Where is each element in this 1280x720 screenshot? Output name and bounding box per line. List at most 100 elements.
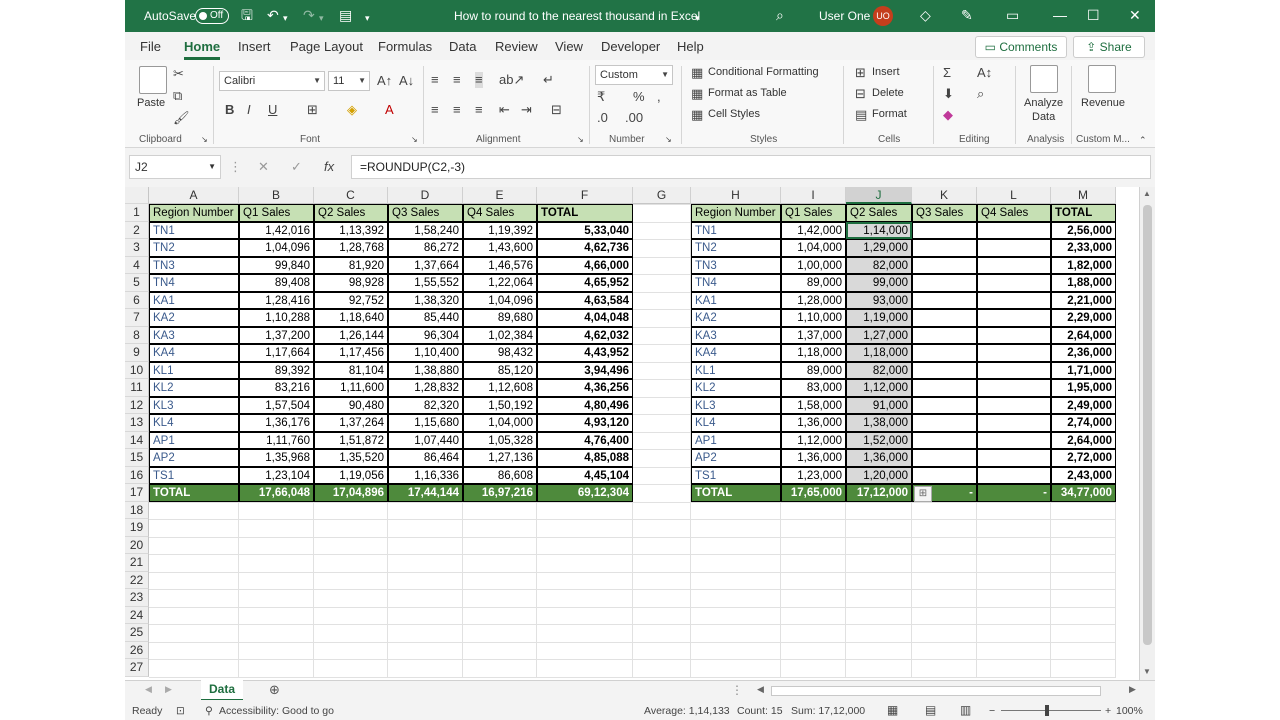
enter-icon[interactable]: ✓ [291, 159, 302, 175]
row-header-7[interactable]: 7 [125, 309, 149, 327]
table-header-cell[interactable]: TOTAL [1051, 204, 1116, 222]
alignment-launcher-icon[interactable]: ↘ [577, 132, 584, 148]
table-cell[interactable]: 2,29,000 [1051, 309, 1116, 327]
table-cell[interactable]: 2,56,000 [1051, 221, 1116, 239]
table-cell[interactable]: TN2 [149, 239, 239, 257]
row-header-22[interactable]: 22 [125, 571, 149, 589]
row-header-27[interactable]: 27 [125, 659, 149, 677]
row-header-17[interactable]: 17 [125, 484, 149, 502]
table-cell[interactable]: 1,19,056 [314, 466, 388, 484]
next-sheet-icon[interactable]: ▶ [165, 684, 172, 695]
number-format-select[interactable]: Custom ▼ [595, 65, 673, 85]
table-cell[interactable]: 3,94,496 [537, 361, 633, 379]
table-cell[interactable]: TN3 [149, 256, 239, 274]
table-header-cell[interactable]: Region Number [149, 204, 239, 222]
table-cell[interactable] [977, 326, 1051, 344]
table-cell[interactable]: 1,23,000 [781, 466, 846, 484]
table-cell[interactable]: 4,65,952 [537, 274, 633, 292]
table-header-cell[interactable]: Q4 Sales [463, 204, 537, 222]
table-cell[interactable] [912, 309, 977, 327]
diamond-icon[interactable]: ◇ [920, 7, 931, 23]
customize-toolbar-icon[interactable]: ▾ [365, 10, 370, 26]
row-header-5[interactable]: 5 [125, 274, 149, 292]
table-cell[interactable] [977, 239, 1051, 257]
table-cell[interactable]: 1,27,000 [846, 326, 912, 344]
form-icon[interactable]: ▤ [339, 7, 352, 23]
fill-icon[interactable]: ⬇ [943, 86, 954, 102]
total-cell[interactable]: TOTAL [149, 484, 239, 502]
table-cell[interactable]: 1,11,760 [239, 431, 314, 449]
row-header-26[interactable]: 26 [125, 641, 149, 659]
table-cell[interactable]: 1,18,640 [314, 309, 388, 327]
table-cell[interactable]: 1,37,000 [781, 326, 846, 344]
conditional-formatting-button[interactable]: Conditional Formatting [708, 66, 819, 78]
table-cell[interactable]: KL2 [149, 379, 239, 397]
zoom-level[interactable]: 100% [1116, 705, 1143, 717]
column-header-j[interactable]: J [846, 187, 912, 204]
row-header-23[interactable]: 23 [125, 589, 149, 607]
table-cell[interactable]: 89,680 [463, 309, 537, 327]
table-cell[interactable]: 1,05,328 [463, 431, 537, 449]
table-cell[interactable] [912, 379, 977, 397]
table-header-cell[interactable]: Q1 Sales [239, 204, 314, 222]
table-cell[interactable]: KA2 [149, 309, 239, 327]
row-header-13[interactable]: 13 [125, 414, 149, 432]
table-cell[interactable] [977, 449, 1051, 467]
table-cell[interactable]: 2,33,000 [1051, 239, 1116, 257]
table-cell[interactable]: 4,04,048 [537, 309, 633, 327]
table-cell[interactable] [977, 379, 1051, 397]
total-cell[interactable]: TOTAL [691, 484, 781, 502]
tab-home[interactable]: Home [184, 39, 220, 54]
normal-view-icon[interactable]: ▦ [887, 703, 898, 717]
paste-icon[interactable] [139, 66, 167, 94]
table-cell[interactable]: 1,04,096 [239, 239, 314, 257]
bold-icon[interactable]: B [225, 102, 234, 118]
table-cell[interactable]: 99,000 [846, 274, 912, 292]
table-cell[interactable]: AP2 [149, 449, 239, 467]
zoom-in-icon[interactable]: + [1105, 705, 1111, 717]
cancel-icon[interactable]: ✕ [258, 159, 269, 175]
column-header-c[interactable]: C [314, 187, 388, 204]
table-cell[interactable] [912, 361, 977, 379]
row-header-21[interactable]: 21 [125, 554, 149, 572]
tab-data[interactable]: Data [449, 39, 476, 54]
row-header-24[interactable]: 24 [125, 606, 149, 624]
table-header-cell[interactable]: Q2 Sales [846, 204, 912, 222]
table-cell[interactable]: 1,52,000 [846, 431, 912, 449]
table-cell[interactable]: 83,000 [781, 379, 846, 397]
table-cell[interactable]: 2,64,000 [1051, 326, 1116, 344]
table-cell[interactable]: AP1 [149, 431, 239, 449]
clear-icon[interactable]: ◆ [943, 107, 953, 123]
save-icon[interactable]: 🖫 [241, 7, 253, 23]
table-cell[interactable]: KA3 [149, 326, 239, 344]
table-cell[interactable]: 1,46,576 [463, 256, 537, 274]
table-cell[interactable]: 1,23,104 [239, 466, 314, 484]
ribbon-display-icon[interactable]: ▭ [1006, 7, 1019, 23]
table-cell[interactable]: 1,28,000 [781, 291, 846, 309]
row-header-11[interactable]: 11 [125, 379, 149, 397]
table-cell[interactable] [912, 239, 977, 257]
table-header-cell[interactable]: Q3 Sales [912, 204, 977, 222]
worksheet-grid[interactable]: A B C D E F G H I J K L M 1 2 3 4 5 6 7 8 9 10 11 12 13 14 15 16 17 18… [125, 187, 1139, 680]
table-cell[interactable]: 2,72,000 [1051, 449, 1116, 467]
total-cell[interactable]: 69,12,304 [537, 484, 633, 502]
column-header-k[interactable]: K [912, 187, 977, 204]
row-header-6[interactable]: 6 [125, 291, 149, 309]
table-cell[interactable] [912, 466, 977, 484]
table-cell[interactable]: 1,04,000 [781, 239, 846, 257]
scroll-up-icon[interactable]: ▲ [1143, 189, 1151, 198]
table-cell[interactable]: 4,76,400 [537, 431, 633, 449]
table-cell[interactable]: 2,43,000 [1051, 466, 1116, 484]
table-cell[interactable]: 1,38,880 [388, 361, 463, 379]
column-header-e[interactable]: E [463, 187, 537, 204]
table-cell[interactable]: 1,28,416 [239, 291, 314, 309]
column-header-m[interactable]: M [1051, 187, 1116, 204]
table-cell[interactable]: 4,36,256 [537, 379, 633, 397]
table-cell[interactable] [912, 274, 977, 292]
tab-file[interactable]: File [140, 39, 161, 54]
table-cell[interactable]: 90,480 [314, 396, 388, 414]
redo-icon[interactable]: ↷ [303, 7, 315, 23]
table-cell[interactable]: 1,42,016 [239, 221, 314, 239]
table-cell[interactable]: 1,12,608 [463, 379, 537, 397]
table-cell[interactable]: KL2 [691, 379, 781, 397]
